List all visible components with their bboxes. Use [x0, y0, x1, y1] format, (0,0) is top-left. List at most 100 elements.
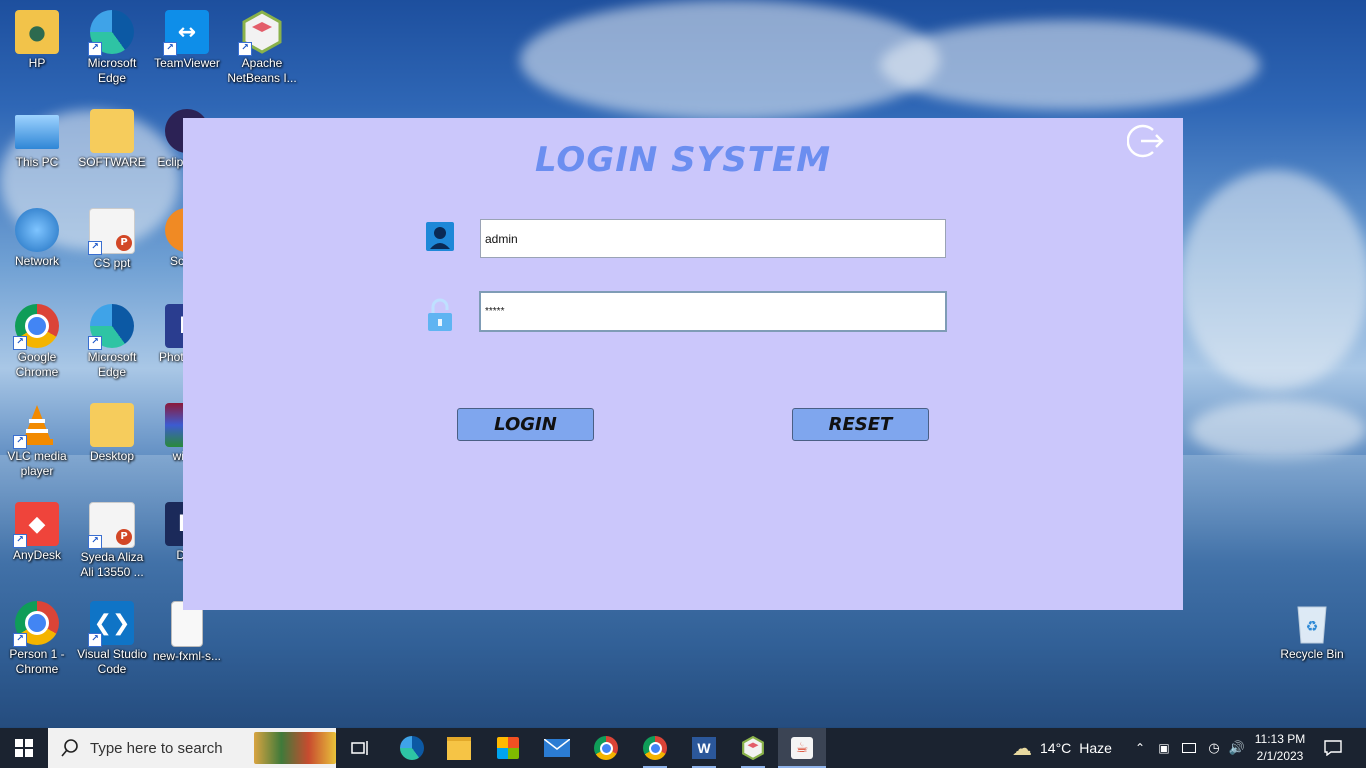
search-placeholder: Type here to search	[90, 739, 223, 757]
anydesk-icon: ◆ ↗	[13, 502, 59, 548]
shortcut-arrow-icon: ↗	[238, 42, 252, 56]
desktop-icon-microsoft-edge[interactable]: ↗ Microsoft Edge	[75, 10, 149, 86]
shortcut-arrow-icon: ↗	[88, 241, 102, 255]
lock-icon	[427, 298, 453, 332]
taskbar: Type here to search W ☕ ☁ 14°C Haze ⌃ ▣ …	[0, 728, 1366, 768]
shortcut-arrow-icon: ↗	[163, 42, 177, 56]
shortcut-arrow-icon: ↗	[88, 633, 102, 647]
task-view-icon	[351, 741, 368, 755]
weather-temp: 14°C	[1040, 740, 1072, 756]
taskbar-chrome[interactable]	[584, 728, 628, 768]
taskbar-edge[interactable]	[390, 728, 434, 768]
desktop-icon-hp[interactable]: ● HP	[0, 10, 74, 71]
desktop-icon-label: Microsoft Edge	[87, 350, 137, 379]
login-title: LOGIN SYSTEM	[534, 140, 832, 180]
desktop-icon-network[interactable]: Network	[0, 208, 74, 269]
taskbar-file-explorer[interactable]	[437, 728, 481, 768]
weather-condition: Haze	[1079, 740, 1112, 756]
desktop-icon-recycle-bin[interactable]: ♻ Recycle Bin	[1275, 601, 1349, 662]
camera-icon: ▣	[1158, 741, 1170, 755]
desktop-icon-person1-chrome[interactable]: ↗ Person 1 - Chrome	[0, 601, 74, 677]
chrome-icon	[594, 736, 618, 760]
taskbar-search[interactable]: Type here to search	[48, 728, 336, 768]
desktop-icon-vscode[interactable]: ❮❯ ↗ Visual Studio Code	[75, 601, 149, 677]
logout-icon	[1126, 124, 1164, 158]
word-icon: W	[692, 737, 716, 759]
edge-icon: ↗	[88, 304, 134, 350]
desktop-icon-teamviewer[interactable]: ↔ ↗ TeamViewer	[150, 10, 224, 71]
exit-button[interactable]	[1126, 122, 1165, 160]
battery-icon	[1182, 743, 1196, 753]
desktop-icon-microsoft-edge-2[interactable]: ↗ Microsoft Edge	[75, 304, 149, 380]
wifi-icon: ◷	[1208, 740, 1220, 756]
netbeans-icon: ↗	[238, 10, 284, 56]
edge-icon	[400, 736, 424, 760]
desktop-icon-netbeans[interactable]: ↗ Apache NetBeans I...	[225, 10, 299, 86]
taskbar-netbeans[interactable]	[731, 728, 775, 768]
search-highlight-image-icon	[254, 732, 336, 764]
chrome-icon: ↗	[13, 304, 59, 350]
start-button[interactable]	[0, 728, 48, 768]
shortcut-arrow-icon: ↗	[88, 535, 102, 549]
tray-battery[interactable]	[1178, 728, 1200, 768]
task-view-button[interactable]	[342, 728, 378, 768]
notification-icon	[1324, 740, 1342, 756]
taskbar-chrome-profile[interactable]	[633, 728, 677, 768]
desktop-icon-label: HP	[28, 56, 46, 70]
username-input[interactable]	[480, 219, 946, 258]
desktop-icon-anydesk[interactable]: ◆ ↗ AnyDesk	[0, 502, 74, 563]
notification-center-button[interactable]	[1318, 728, 1348, 768]
folder-icon	[90, 109, 134, 153]
chevron-up-icon: ⌃	[1134, 741, 1146, 755]
reset-button[interactable]: RESET	[792, 408, 929, 441]
tray-volume[interactable]: 🔊	[1226, 728, 1248, 768]
vlc-cone-icon: ↗	[13, 403, 59, 449]
desktop-icon-label: This PC	[15, 155, 59, 169]
desktop-icon-vlc[interactable]: ↗ VLC media player	[0, 403, 74, 479]
shortcut-arrow-icon: ↗	[88, 336, 102, 350]
desktop-icon-desktop[interactable]: Desktop	[75, 403, 149, 464]
folder-icon	[447, 736, 471, 760]
edge-icon: ↗	[88, 10, 134, 56]
desktop-icon-label: Recycle Bin	[1280, 647, 1344, 661]
password-input[interactable]	[479, 291, 947, 332]
weather-widget[interactable]: ☁ 14°C Haze	[1012, 728, 1122, 768]
shortcut-arrow-icon: ↗	[13, 336, 27, 350]
taskbar-mail[interactable]	[535, 728, 579, 768]
desktop-icon-cs-ppt[interactable]: P ↗ CS ppt	[75, 208, 149, 271]
desktop-icon-label: new-fxml-s...	[152, 649, 221, 663]
taskbar-clock[interactable]: 11:13 PM 2/1/2023	[1248, 731, 1312, 765]
chrome-icon	[643, 736, 667, 760]
desktop-icon-label: Network	[14, 254, 59, 268]
login-window: LOGIN SYSTEM LOGIN RESET	[183, 118, 1183, 610]
windows-logo-icon	[15, 739, 33, 757]
desktop-icon-google-chrome[interactable]: ↗ Google Chrome	[0, 304, 74, 380]
desktop-icon-label: AnyDesk	[12, 548, 62, 562]
taskbar-word[interactable]: W	[682, 728, 726, 768]
clock-date: 2/1/2023	[1256, 749, 1304, 763]
powerpoint-file-icon: P ↗	[88, 502, 135, 549]
desktop-icon-label: Syeda Aliza Ali 13550 ...	[80, 550, 144, 579]
desktop-icon-label: VLC media player	[7, 449, 67, 478]
vscode-icon: ❮❯ ↗	[88, 601, 134, 647]
desktop-icon-this-pc[interactable]: This PC	[0, 109, 74, 170]
desktop-icon-syeda-aliza[interactable]: P ↗ Syeda Aliza Ali 13550 ...	[75, 502, 149, 580]
desktop-icon-label: TeamViewer	[154, 56, 220, 70]
netbeans-icon	[742, 736, 764, 760]
user-icon	[426, 222, 454, 251]
taskbar-java-app[interactable]: ☕	[778, 728, 826, 768]
desktop-icon-label: Visual Studio Code	[77, 647, 147, 676]
show-hidden-icons-button[interactable]: ⌃	[1130, 728, 1150, 768]
shortcut-arrow-icon: ↗	[13, 435, 27, 449]
login-button[interactable]: LOGIN	[457, 408, 594, 441]
tray-wifi[interactable]: ◷	[1204, 728, 1224, 768]
mail-icon	[544, 739, 570, 757]
taskbar-store[interactable]	[486, 728, 530, 768]
chrome-profile-icon: ↗	[13, 601, 59, 647]
desktop-icon-new-fxml[interactable]: new-fxml-s...	[150, 601, 224, 664]
teamviewer-icon: ↔ ↗	[163, 10, 209, 56]
desktop-icon-software[interactable]: SOFTWARE	[75, 109, 149, 170]
monitor-icon	[15, 115, 59, 149]
tray-meet-now[interactable]: ▣	[1154, 728, 1174, 768]
desktop-icon-label: Microsoft Edge	[87, 56, 137, 85]
